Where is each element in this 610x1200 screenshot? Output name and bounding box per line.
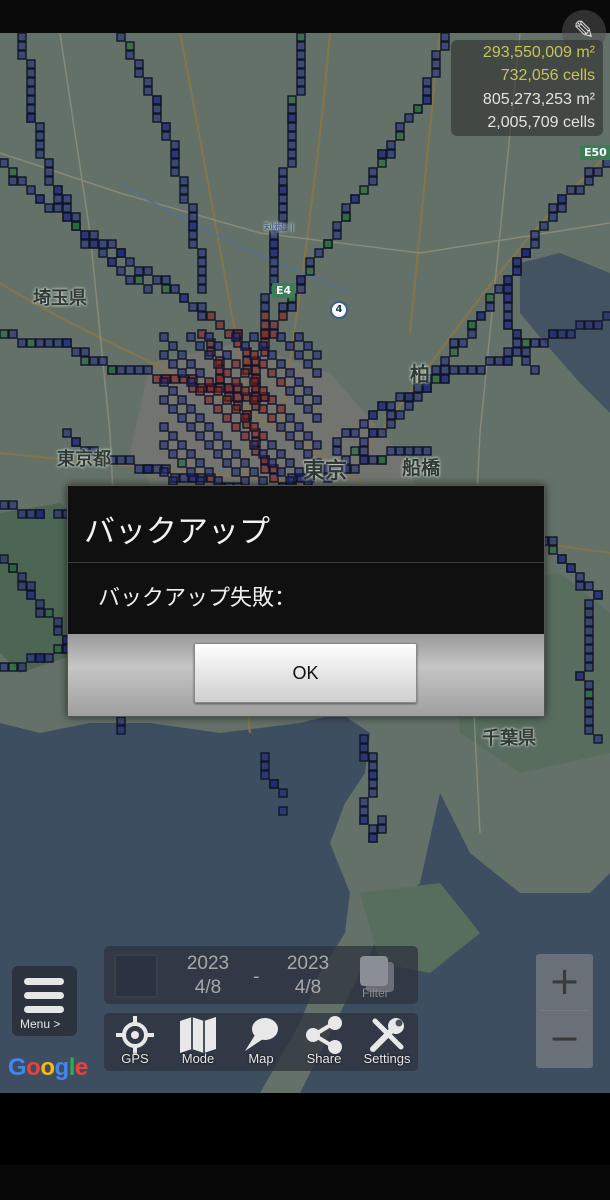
google-logo-letter: o <box>26 1054 41 1081</box>
zoom-in-button[interactable]: + <box>536 954 593 1010</box>
mode-button[interactable]: Mode <box>167 1013 229 1071</box>
stats-panel: 293,550,009 m² 732,056 cells 805,273,253… <box>451 40 603 136</box>
dialog-button-bar: OK <box>68 634 544 716</box>
settings-button[interactable]: Settings <box>356 1013 418 1071</box>
dialog-title: バックアップ <box>84 514 270 550</box>
stat-area-total: 805,273,253 m² <box>482 91 595 108</box>
end-day: 4/8 <box>294 977 322 998</box>
google-logo: Google <box>8 1054 88 1082</box>
label-saitama: 埼玉県 <box>33 288 87 309</box>
google-logo-letter: g <box>54 1054 70 1081</box>
stat-cells-total: 2,005,709 cells <box>487 114 595 131</box>
backup-dialog: バックアップ バックアップ失敗： OK <box>67 485 545 717</box>
gps-label: GPS <box>121 1051 149 1066</box>
gps-button[interactable]: GPS <box>104 1013 166 1071</box>
zoom-out-button[interactable]: − <box>536 1011 593 1067</box>
folded-map-icon <box>180 1017 216 1053</box>
start-day: 4/8 <box>194 977 222 998</box>
status-bar <box>0 0 610 33</box>
crosshair-icon <box>116 1016 154 1054</box>
label-kashiwa: 柏 <box>410 362 430 386</box>
google-logo-letter: G <box>8 1054 27 1081</box>
stat-area-current: 293,550,009 m² <box>482 44 595 61</box>
dialog-divider <box>68 562 544 563</box>
start-date[interactable]: 2023 4/8 <box>176 952 240 1000</box>
label-tokyo: 東京 <box>303 459 348 484</box>
menu-button[interactable]: Menu > <box>12 966 77 1036</box>
end-year: 2023 <box>286 953 330 974</box>
stat-cells-current: 732,056 cells <box>500 67 595 84</box>
end-date[interactable]: 2023 4/8 <box>276 952 340 1000</box>
shield-route-4: 4 <box>330 301 348 319</box>
start-year: 2023 <box>186 953 230 974</box>
label-funabashi: 船橋 <box>402 457 441 479</box>
shield-e4: E4 <box>272 283 296 298</box>
date-range-panel: 2023 4/8 - 2023 4/8 Filter <box>104 946 418 1004</box>
map-button[interactable]: Map <box>230 1013 292 1071</box>
menu-label: Menu > <box>20 1017 61 1031</box>
mode-label: Mode <box>181 1051 215 1066</box>
navigation-bar-bottom <box>0 1165 610 1200</box>
label-tonegawa: 利根川 <box>264 223 294 234</box>
date-separator: - <box>253 966 260 987</box>
share-button[interactable]: Share <box>293 1013 355 1071</box>
label-tokyo-to: 東京都 <box>57 449 111 470</box>
tools-icon <box>370 1018 404 1052</box>
label-chiba-ken: 千葉県 <box>482 728 536 749</box>
date-range-checkbox[interactable] <box>114 954 158 998</box>
bottom-toolbar: GPS Mode Map Share Settings <box>104 1013 418 1071</box>
filter-label: Filter <box>362 986 389 1000</box>
zoom-controls: + − <box>536 954 593 1068</box>
map-label: Map <box>248 1051 274 1066</box>
ok-button[interactable]: OK <box>194 643 417 703</box>
share-label: Share <box>306 1051 342 1066</box>
hamburger-icon <box>24 978 64 1013</box>
share-icon <box>306 1016 342 1054</box>
map-pin-icon <box>245 1018 278 1051</box>
settings-label: Settings <box>363 1051 411 1066</box>
google-logo-letter: o <box>40 1054 55 1081</box>
dialog-message: バックアップ失敗： <box>98 586 297 611</box>
shield-e50: E50 <box>580 145 610 160</box>
google-logo-letter: e <box>74 1054 88 1081</box>
